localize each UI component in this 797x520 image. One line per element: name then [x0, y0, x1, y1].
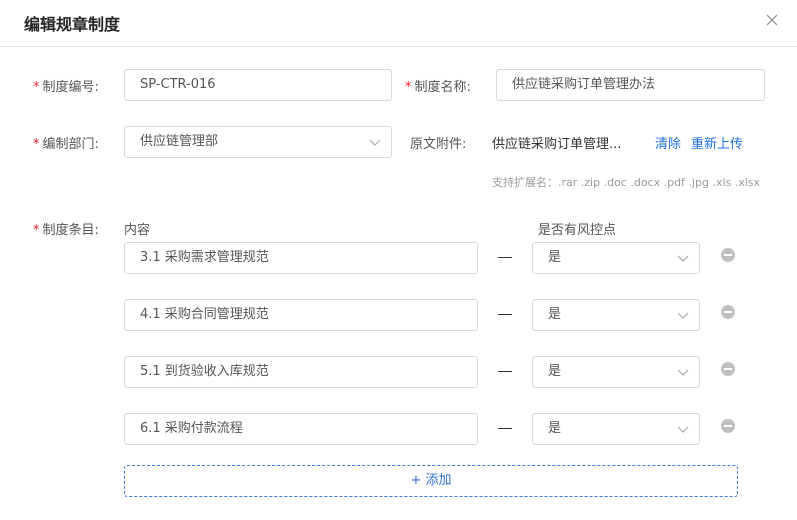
extension-hint: 支持扩展名：.rar .zip .doc .docx .pdf .jpg .xl…: [492, 176, 761, 189]
name-label: * 制度名称:: [405, 80, 471, 95]
attachment-filename[interactable]: 供应链采购订单管理...: [492, 133, 621, 152]
remove-row-icon[interactable]: [721, 248, 735, 262]
required-mark: *: [405, 80, 412, 95]
risk-select[interactable]: 是: [532, 299, 700, 331]
risk-select[interactable]: 是: [532, 413, 700, 445]
separator-dash: [498, 371, 512, 372]
department-value: 供应链管理部: [140, 134, 219, 149]
attachment-label: 原文附件:: [410, 137, 467, 152]
chevron-down-icon: [677, 312, 689, 319]
clear-attachment-link[interactable]: 清除: [655, 133, 681, 152]
add-clause-button[interactable]: + 添加: [124, 465, 738, 497]
clause-content-input[interactable]: 4.1 采购合同管理规范: [124, 299, 478, 331]
remove-row-icon[interactable]: [721, 419, 735, 433]
department-label: * 编制部门:: [33, 137, 99, 152]
chevron-down-icon: [677, 426, 689, 433]
risk-value: 是: [548, 421, 562, 436]
remove-row-icon[interactable]: [721, 362, 735, 376]
reupload-link[interactable]: 重新上传: [691, 133, 743, 152]
required-mark: *: [33, 80, 40, 95]
risk-select[interactable]: 是: [532, 242, 700, 274]
clauses-label: * 制度条目:: [33, 223, 99, 238]
clause-content-input[interactable]: 6.1 采购付款流程: [124, 413, 478, 445]
dialog-header: 编辑规章制度: [0, 0, 797, 47]
department-select[interactable]: 供应链管理部: [124, 126, 392, 158]
risk-value: 是: [548, 307, 562, 322]
required-mark: *: [33, 223, 40, 238]
close-icon[interactable]: [764, 12, 780, 28]
code-label: * 制度编号:: [33, 80, 99, 95]
chevron-down-icon: [369, 139, 381, 146]
chevron-down-icon: [677, 255, 689, 262]
risk-value: 是: [548, 364, 562, 379]
dialog-title: 编辑规章制度: [24, 15, 121, 34]
chevron-down-icon: [677, 369, 689, 376]
clause-content-input[interactable]: 3.1 采购需求管理规范: [124, 242, 478, 274]
risk-column-header: 是否有风控点: [538, 223, 617, 238]
separator-dash: [498, 257, 512, 258]
remove-row-icon[interactable]: [721, 305, 735, 319]
code-input[interactable]: SP-CTR-016: [124, 69, 392, 101]
separator-dash: [498, 314, 512, 315]
name-input[interactable]: 供应链采购订单管理办法: [496, 69, 765, 101]
clause-content-input[interactable]: 5.1 到货验收入库规范: [124, 356, 478, 388]
risk-value: 是: [548, 250, 562, 265]
separator-dash: [498, 428, 512, 429]
risk-select[interactable]: 是: [532, 356, 700, 388]
required-mark: *: [33, 137, 40, 152]
content-column-header: 内容: [124, 223, 151, 238]
